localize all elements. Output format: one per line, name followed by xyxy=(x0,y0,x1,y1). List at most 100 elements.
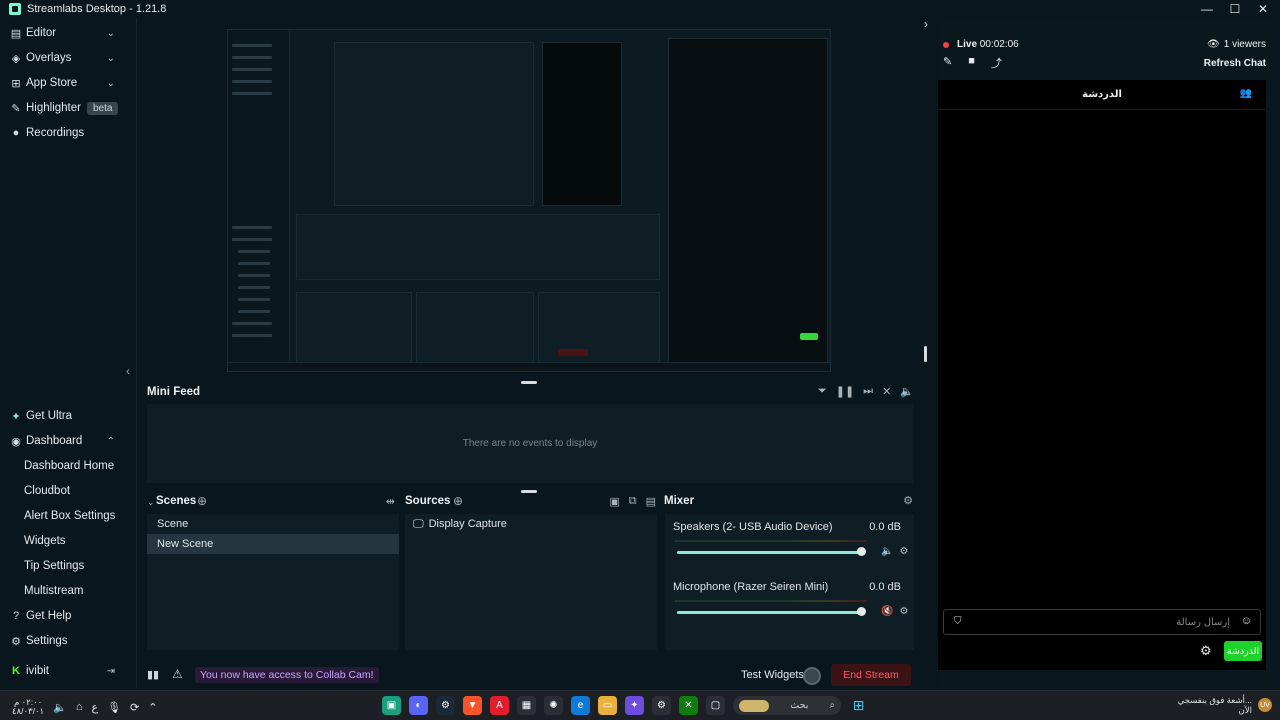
volume-slider-handle[interactable] xyxy=(857,607,866,616)
calendar-icon[interactable]: ▦ xyxy=(517,696,536,715)
sidebar-item-get-ultra[interactable]: ✦ Get Ultra xyxy=(0,404,137,428)
muted-speaker-icon[interactable]: 🔇 xyxy=(881,606,893,617)
brave-icon[interactable]: ▼ xyxy=(463,696,482,715)
minimize-button[interactable]: — xyxy=(1200,0,1214,18)
sidebar-item-multistream[interactable]: Multistream xyxy=(0,579,137,603)
skip-icon[interactable]: ⏭ xyxy=(863,385,873,398)
source-folder-icon[interactable]: ▣ xyxy=(609,495,619,508)
clip-icon[interactable]: ■ xyxy=(968,55,975,71)
chat-send-button[interactable]: الدردشة xyxy=(1224,641,1262,661)
add-source-icon[interactable]: ⊕ xyxy=(453,494,463,508)
emoji-icon[interactable]: ☺ xyxy=(1241,615,1252,627)
sync-icon[interactable]: ⟳ xyxy=(130,701,139,714)
mute-alerts-icon[interactable]: ✕ xyxy=(882,385,891,398)
streamlabs-taskbar-icon[interactable]: ▣ xyxy=(382,696,401,715)
sidebar-item-settings[interactable]: ⚙ Settings xyxy=(0,629,137,653)
steam-icon[interactable]: ⚙ xyxy=(436,696,455,715)
sidebar-item-alert-box-settings[interactable]: Alert Box Settings xyxy=(0,504,137,528)
adobe-icon[interactable]: A xyxy=(490,696,509,715)
filter-icon[interactable]: ⏷ xyxy=(818,385,827,398)
gear-icon[interactable]: ⚙ xyxy=(903,494,913,507)
volume-icon[interactable]: 🔈 xyxy=(900,385,914,398)
search-placeholder: بحث xyxy=(790,700,809,711)
collapse-icon[interactable]: ⌄ xyxy=(147,497,155,508)
discord-icon[interactable]: ◐ xyxy=(409,696,428,715)
taskbar-system-tray: ٠٢:٠٠ م ٤٨/٠٣/٠١ 🔈 ⌂ ع 🎙 ⟳ ⌃ xyxy=(12,698,157,716)
chat-message-input[interactable]: ⛉ إرسال رسالة ☺ xyxy=(943,609,1261,635)
collab-cam-notice[interactable]: You now have access to Collab Cam! xyxy=(195,667,379,683)
logout-icon[interactable]: ⇥ xyxy=(107,666,115,677)
chevron-down-icon[interactable]: ⌄ xyxy=(107,53,115,64)
chevron-up-icon[interactable]: ⌃ xyxy=(107,436,115,447)
chevron-up-icon[interactable]: ⌃ xyxy=(148,701,157,714)
sidebar-item-overlays[interactable]: ◈ Overlays ⌄ xyxy=(0,46,137,70)
edit-stream-icon[interactable]: ✎ xyxy=(943,55,952,71)
sidebar-item-editor[interactable]: ▤ Editor ⌄ xyxy=(0,21,137,45)
sidebar-item-tip-settings[interactable]: Tip Settings xyxy=(0,554,137,578)
chatgpt-icon[interactable]: ✺ xyxy=(544,696,563,715)
gear-icon[interactable]: ⚙ xyxy=(899,546,908,557)
gear-icon[interactable]: ⚙ xyxy=(1200,643,1212,659)
sidebar-item-dashboard-home[interactable]: Dashboard Home xyxy=(0,454,137,478)
add-scene-icon[interactable]: ⊕ xyxy=(197,494,207,508)
add-folder-icon[interactable]: ▤ xyxy=(646,495,656,508)
sidebar-item-widgets[interactable]: Widgets xyxy=(0,529,137,553)
close-button[interactable]: ✕ xyxy=(1256,0,1270,18)
taskbar-notification[interactable]: أشعة فوق بنفسجي... الآن UV xyxy=(1178,695,1272,715)
scene-transitions-icon[interactable]: ⇹ xyxy=(386,495,395,508)
performance-icon[interactable]: ▮▮ xyxy=(147,668,159,681)
language-indicator[interactable]: ع xyxy=(91,701,98,714)
test-widgets-button[interactable]: Test Widgets xyxy=(741,669,804,681)
preview-resize-handle[interactable] xyxy=(924,346,927,362)
microphone-icon[interactable]: 🎙 xyxy=(107,701,121,714)
chat-panel: Live 00:02:06 👁 1 viewers ✎ ■ ⤴ Refresh … xyxy=(938,18,1272,688)
viewer-count: 👁 1 viewers xyxy=(1207,39,1266,50)
scene-item-active[interactable]: New Scene xyxy=(147,534,399,554)
sidebar-item-account[interactable]: K ivibit ⇥ xyxy=(0,659,137,683)
xbox-icon[interactable]: ✕ xyxy=(679,696,698,715)
sidebar-item-get-help[interactable]: ? Get Help xyxy=(0,604,137,628)
taskbar-search[interactable]: بحث ⌕ xyxy=(733,696,841,715)
volume-slider-handle[interactable] xyxy=(857,547,866,556)
share-icon[interactable]: ⤴ xyxy=(991,55,1002,71)
speaker-icon[interactable]: 🔈 xyxy=(881,546,893,557)
sidebar-item-highlighter[interactable]: ✎ Highlighter beta xyxy=(0,96,137,120)
maximize-button[interactable]: ☐ xyxy=(1228,0,1242,18)
chevron-right-icon[interactable]: › xyxy=(924,17,928,31)
refresh-chat-button[interactable]: Refresh Chat xyxy=(1204,58,1266,69)
test-widgets-toggle[interactable] xyxy=(803,667,821,685)
live-status: Live 00:02:06 xyxy=(957,39,1019,50)
task-view-icon[interactable]: ▢ xyxy=(706,696,725,715)
sidebar-item-label: Editor xyxy=(26,27,57,39)
sidebar-item-label: Tip Settings xyxy=(24,560,85,572)
end-stream-button[interactable]: End Stream xyxy=(831,664,911,686)
copilot-icon[interactable]: ✦ xyxy=(625,696,644,715)
volume-slider[interactable] xyxy=(677,611,861,614)
windows-start-icon[interactable]: ⊞ xyxy=(849,696,868,715)
sidebar-item-recordings[interactable]: ● Recordings xyxy=(0,121,137,145)
volume-slider[interactable] xyxy=(677,551,861,554)
sidebar-item-cloudbot[interactable]: Cloudbot xyxy=(0,479,137,503)
pause-icon[interactable]: ❚❚ xyxy=(836,385,854,398)
stream-preview[interactable] xyxy=(143,26,918,374)
settings-taskbar-icon[interactable]: ⚙ xyxy=(652,696,671,715)
stream-timer: 00:02:06 xyxy=(979,39,1019,50)
gear-icon[interactable]: ⚙ xyxy=(899,606,908,617)
chevron-down-icon[interactable]: ⌄ xyxy=(107,78,115,89)
sidebar-item-app-store[interactable]: ⊞ App Store ⌄ xyxy=(0,71,137,95)
scene-item[interactable]: Scene xyxy=(147,514,399,534)
folder-icon[interactable]: ▭ xyxy=(598,696,617,715)
network-icon[interactable]: ⌂ xyxy=(76,701,83,713)
edge-icon[interactable]: e xyxy=(571,696,590,715)
alert-icon[interactable]: ⚠ xyxy=(172,667,183,681)
collapse-sidebar-icon[interactable]: ‹ xyxy=(126,364,130,378)
source-item[interactable]: 🖵 Display Capture xyxy=(405,514,657,534)
sidebar-item-dashboard[interactable]: ◉ Dashboard ⌃ xyxy=(0,429,137,453)
sidebar-item-label: Highlighter xyxy=(26,102,81,114)
chevron-down-icon[interactable]: ⌄ xyxy=(107,28,115,39)
taskbar-clock[interactable]: ٠٢:٠٠ م ٤٨/٠٣/٠١ xyxy=(12,698,44,716)
source-lock-icon[interactable]: ⧉ xyxy=(629,495,637,508)
mixer-channel: Speakers (2- USB Audio Device) 0.0 dB 🔈 … xyxy=(673,521,908,557)
chat-users-icon[interactable]: 👥 xyxy=(1240,88,1252,99)
speaker-icon[interactable]: 🔈 xyxy=(53,701,67,714)
